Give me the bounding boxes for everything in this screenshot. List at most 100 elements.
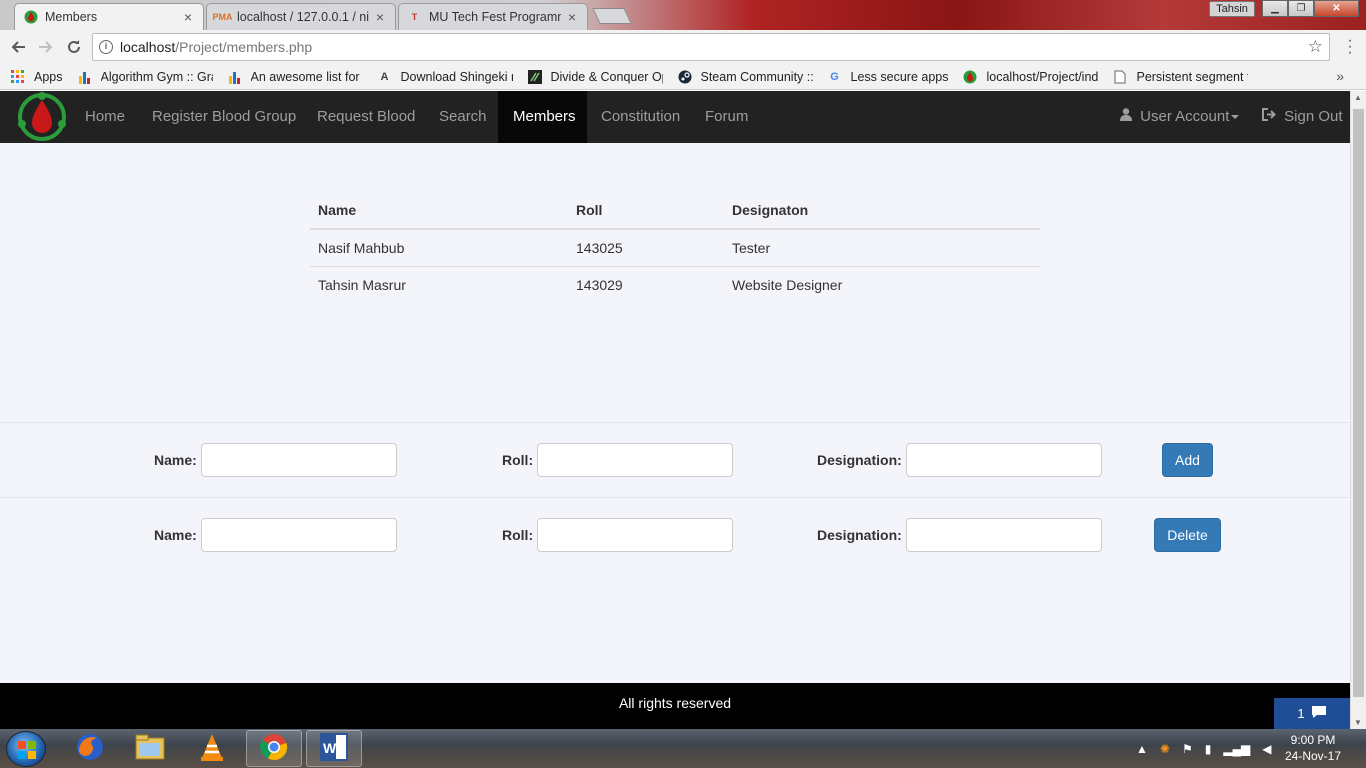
delete-roll-input[interactable]	[537, 518, 733, 552]
tab-title: localhost / 127.0.0.1 / nin	[237, 10, 369, 24]
avast-icon[interactable]: ✺	[1160, 742, 1170, 756]
cell-roll: 143029	[576, 276, 623, 293]
taskbar-explorer[interactable]	[122, 730, 178, 767]
nav-search[interactable]: Search	[424, 91, 502, 143]
add-name-input[interactable]	[201, 443, 397, 477]
profile-button[interactable]: Tahsin	[1209, 1, 1255, 17]
windows-taskbar: W ▲ ✺ ⚑ ▮ ▂▄▆ ◀ 9:00 PM 24-Nov-17	[0, 729, 1366, 768]
members-table: Name Roll Designaton Nasif Mahbub 143025…	[310, 195, 1040, 303]
cell-designation: Website Designer	[732, 276, 843, 293]
bookmark-download-shingeki[interactable]: A Download Shingeki n	[377, 70, 513, 84]
taskbar-firefox[interactable]	[62, 730, 118, 767]
designation-label: Designation:	[817, 527, 902, 543]
nav-request-blood[interactable]: Request Blood	[302, 91, 430, 143]
bookmark-algorithm-gym[interactable]: Algorithm Gym :: Gra	[77, 70, 213, 84]
add-designation-input[interactable]	[906, 443, 1102, 477]
sign-out-link[interactable]: Sign Out	[1247, 91, 1350, 143]
reload-icon[interactable]	[60, 33, 88, 61]
maximize-button[interactable]: ❐	[1288, 0, 1314, 17]
tab-title: Members	[45, 10, 98, 24]
bookmark-less-secure-apps[interactable]: G Less secure apps	[827, 70, 948, 84]
user-icon	[1120, 108, 1136, 125]
tab-mu-tech-fest[interactable]: T MU Tech Fest Programm ×	[398, 3, 588, 30]
bookmark-apps[interactable]: Apps	[10, 69, 63, 84]
more-bookmarks-icon[interactable]: »	[1336, 68, 1344, 84]
divider	[0, 422, 1350, 423]
back-arrow-icon[interactable]	[4, 33, 32, 61]
designation-label: Designation:	[817, 452, 902, 468]
bookmark-awesome-list[interactable]: An awesome list for c	[227, 70, 363, 84]
roll-label: Roll:	[502, 527, 534, 543]
google-icon: G	[830, 70, 839, 83]
window-controls: ▁ ❐ ✕	[1262, 0, 1359, 17]
column-header-name: Name	[310, 195, 568, 230]
caret-down-icon	[1231, 115, 1240, 120]
close-tab-icon[interactable]: ×	[373, 10, 387, 24]
action-center-flag-icon[interactable]: ⚑	[1182, 742, 1193, 756]
battery-icon[interactable]: ▮	[1205, 742, 1212, 756]
taskbar-word[interactable]: W	[306, 730, 362, 767]
bar-chart-icon	[227, 70, 243, 84]
word-icon: W	[319, 732, 349, 765]
tab-phpmyadmin[interactable]: PMA localhost / 127.0.0.1 / nin ×	[206, 3, 396, 30]
delete-button[interactable]: Delete	[1154, 518, 1221, 552]
nav-members[interactable]: Members	[498, 91, 587, 143]
chat-widget[interactable]: 1	[1274, 698, 1350, 729]
start-button[interactable]	[6, 731, 46, 767]
page-scrollbar[interactable]: ▲ ▼	[1350, 91, 1366, 729]
nav-home[interactable]: Home	[70, 91, 140, 143]
taskbar-chrome[interactable]	[246, 730, 302, 767]
tab-members[interactable]: Members ×	[14, 3, 204, 30]
chat-bubble-icon	[1311, 705, 1327, 722]
forward-arrow-icon[interactable]	[32, 33, 60, 61]
site-footer: All rights reserved	[0, 683, 1350, 729]
bookmark-steam-community[interactable]: Steam Community :: (	[677, 70, 813, 84]
scroll-down-arrow-icon[interactable]: ▼	[1354, 718, 1362, 727]
folder-icon	[134, 733, 166, 764]
user-account-dropdown[interactable]: User Account	[1105, 91, 1254, 143]
close-tab-icon[interactable]: ×	[565, 10, 579, 24]
taskbar-vlc[interactable]	[184, 730, 240, 767]
info-icon[interactable]: i	[99, 40, 113, 54]
add-roll-input[interactable]	[537, 443, 733, 477]
divider	[0, 497, 1350, 498]
firefox-icon	[75, 732, 105, 765]
bookmark-divide-conquer[interactable]: Divide & Conquer Op	[527, 69, 663, 84]
blood-drop-icon	[23, 10, 38, 25]
taskbar-clock[interactable]: 9:00 PM 24-Nov-17	[1270, 732, 1356, 764]
scroll-up-arrow-icon[interactable]: ▲	[1354, 93, 1362, 102]
scrollbar-thumb[interactable]	[1353, 109, 1364, 697]
nav-register-blood-group[interactable]: Register Blood Group	[137, 91, 311, 143]
windows-logo-icon	[18, 741, 36, 759]
bookmark-star-icon[interactable]: ☆	[1308, 37, 1323, 57]
add-button[interactable]: Add	[1162, 443, 1213, 477]
clock-time: 9:00 PM	[1290, 733, 1336, 747]
svg-text:W: W	[323, 740, 337, 756]
chrome-menu-icon[interactable]: · · ·	[1342, 33, 1358, 61]
column-header-roll: Roll	[568, 195, 724, 230]
cell-designation: Tester	[724, 229, 1040, 267]
steam-icon	[677, 70, 693, 84]
delete-member-form: Name: Roll: Designation: Delete	[0, 518, 1350, 552]
delete-name-input[interactable]	[201, 518, 397, 552]
close-tab-icon[interactable]: ×	[181, 10, 195, 24]
nav-constitution[interactable]: Constitution	[586, 91, 695, 143]
add-member-form: Name: Roll: Designation: Add	[0, 443, 1350, 477]
cell-roll: 143025	[568, 229, 724, 267]
table-row: Tahsin Masrur 143029 Website Designer	[310, 266, 1040, 303]
bookmark-localhost-project[interactable]: localhost/Project/inde	[962, 70, 1098, 84]
clock-date: 24-Nov-17	[1284, 749, 1342, 763]
sign-out-icon	[1262, 108, 1280, 125]
close-window-button[interactable]: ✕	[1314, 0, 1359, 17]
url-path: /Project/members.php	[175, 39, 313, 55]
address-bar[interactable]: i localhost/Project/members.php ☆	[92, 33, 1330, 61]
bookmark-persistent-segment[interactable]: Persistent segment tr	[1112, 70, 1248, 84]
site-logo-icon[interactable]	[14, 91, 70, 143]
minimize-button[interactable]: ▁	[1262, 0, 1288, 17]
show-hidden-icons-arrow-icon[interactable]: ▲	[1136, 742, 1148, 756]
new-tab-button[interactable]	[592, 8, 632, 24]
nav-forum[interactable]: Forum	[690, 91, 763, 143]
page-viewport: Home Register Blood Group Request Blood …	[0, 91, 1350, 729]
network-signal-icon[interactable]: ▂▄▆	[1223, 742, 1250, 756]
delete-designation-input[interactable]	[906, 518, 1102, 552]
